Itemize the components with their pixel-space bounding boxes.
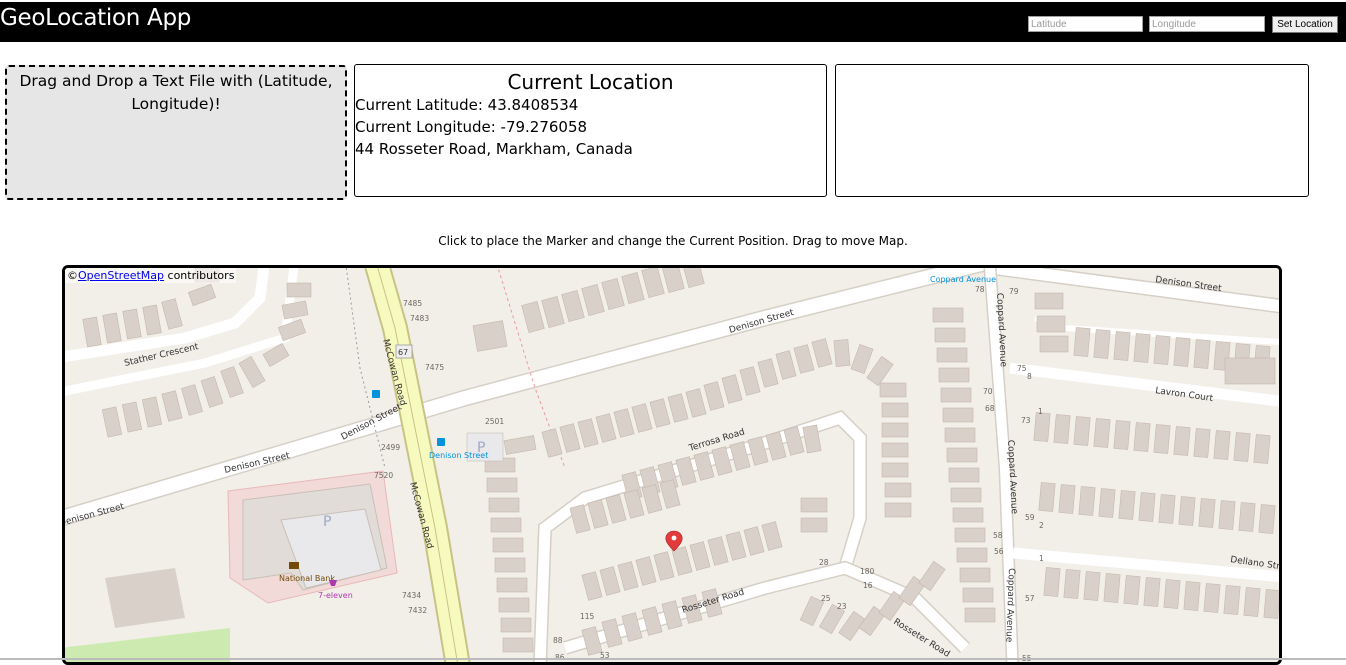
latitude-input[interactable]: [1028, 16, 1143, 32]
map-view[interactable]: Stather Crescent Denison Street Denison …: [62, 265, 1282, 665]
national-bank-label: National Bank: [279, 574, 335, 583]
svg-text:7483: 7483: [410, 314, 429, 323]
set-location-button[interactable]: Set Location: [1272, 16, 1338, 33]
svg-text:2501: 2501: [485, 417, 504, 426]
current-address: 44 Rosseter Road, Markham, Canada: [355, 140, 633, 158]
coppard-avenue-stop-label: Coppard Avenue: [930, 275, 996, 284]
svg-text:115: 115: [580, 612, 595, 621]
current-location-panel: Current Location Current Latitude: 43.84…: [354, 64, 827, 197]
svg-text:2499: 2499: [381, 443, 400, 452]
app-title: GeoLocation App: [0, 5, 192, 31]
attribution-suffix: contributors: [164, 269, 235, 282]
building-lower-left: [105, 568, 185, 628]
current-longitude: Current Longitude: -79.276058: [355, 118, 588, 136]
map-tiles[interactable]: Stather Crescent Denison Street Denison …: [65, 268, 1282, 665]
svg-text:59: 59: [1025, 513, 1035, 522]
svg-text:2: 2: [1039, 521, 1044, 530]
svg-text:70: 70: [983, 387, 993, 396]
svg-text:7475: 7475: [425, 363, 444, 372]
svg-text:73: 73: [1021, 416, 1031, 425]
svg-text:79: 79: [1009, 287, 1019, 296]
file-drop-zone[interactable]: Drag and Drop a Text File with (Latitude…: [5, 65, 347, 200]
current-location-title: Current Location: [507, 70, 674, 94]
svg-text:88: 88: [553, 636, 563, 645]
svg-text:23: 23: [837, 602, 847, 611]
svg-text:180: 180: [860, 567, 875, 576]
longitude-input[interactable]: [1149, 16, 1265, 32]
route-shield-67: 67: [395, 344, 413, 359]
svg-text:1: 1: [1039, 554, 1044, 563]
svg-text:8: 8: [1027, 372, 1032, 381]
top-bar: GeoLocation App Set Location: [0, 0, 1346, 42]
svg-text:68: 68: [985, 404, 995, 413]
svg-text:25: 25: [821, 594, 831, 603]
svg-text:7432: 7432: [408, 606, 427, 615]
svg-text:1: 1: [1038, 407, 1043, 416]
svg-text:7485: 7485: [403, 299, 422, 308]
svg-text:57: 57: [1025, 594, 1035, 603]
svg-text:58: 58: [993, 531, 1003, 540]
svg-text:7520: 7520: [374, 471, 393, 480]
current-latitude: Current Latitude: 43.8408534: [355, 96, 579, 114]
parking-label-small: P: [477, 440, 485, 456]
svg-text:7434: 7434: [402, 591, 421, 600]
parking-label-mall: P: [323, 514, 331, 530]
copyright-symbol: ©: [67, 269, 78, 282]
svg-text:78: 78: [975, 285, 985, 294]
seven-eleven-label: 7-eleven: [318, 591, 353, 600]
svg-text:75: 75: [1017, 364, 1027, 373]
map-instructions: Click to place the Marker and change the…: [438, 234, 908, 248]
bus-stop-icon: [437, 438, 445, 446]
svg-text:16: 16: [863, 581, 873, 590]
drop-zone-text: Drag and Drop a Text File with (Latitude…: [19, 72, 333, 113]
map-attribution: ©OpenStreetMap contributors: [65, 268, 237, 283]
empty-info-panel: [835, 64, 1309, 197]
bank-icon: [289, 562, 299, 569]
svg-text:56: 56: [994, 547, 1004, 556]
openstreetmap-link[interactable]: OpenStreetMap: [78, 269, 164, 282]
svg-text:28: 28: [819, 558, 829, 567]
svg-text:67: 67: [398, 348, 408, 357]
bus-stop-icon-north: [372, 390, 380, 398]
